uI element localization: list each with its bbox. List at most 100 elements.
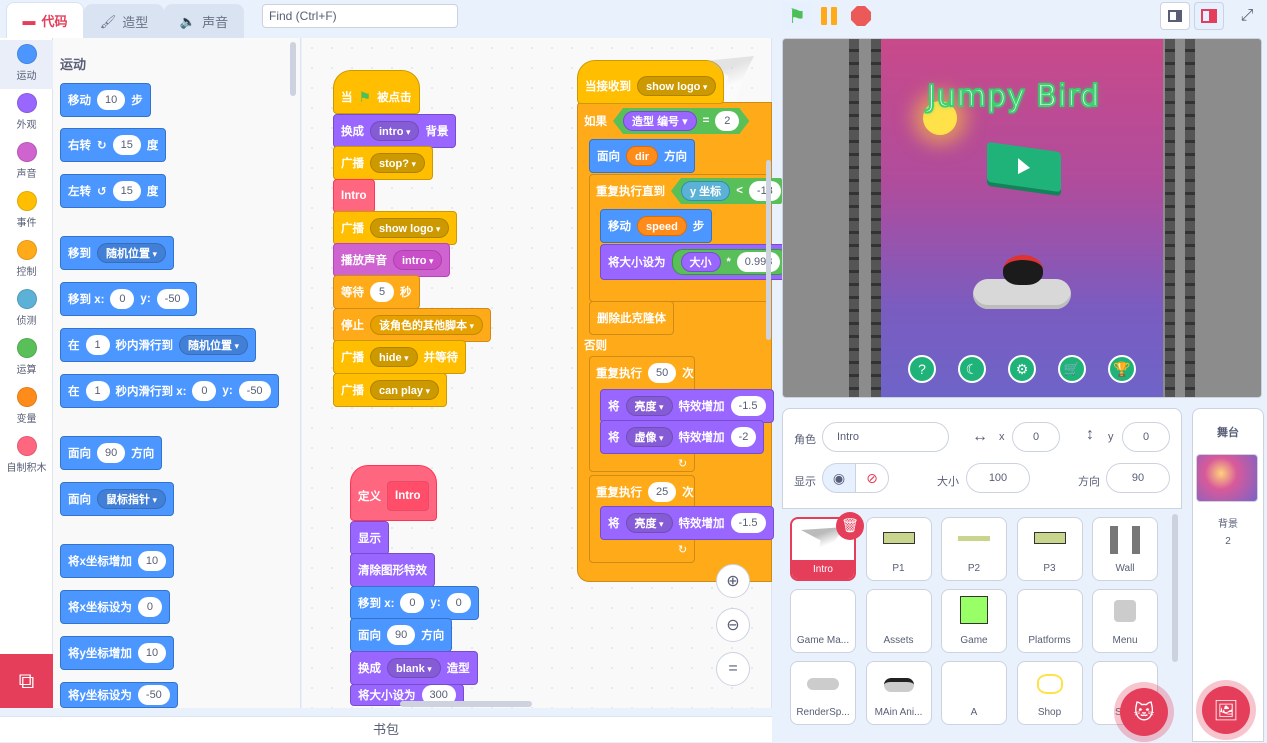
category-looks[interactable]: 外观 (0, 89, 53, 138)
add-extension-button[interactable]: ⧉ (0, 654, 53, 708)
block-input[interactable]: 1 (85, 335, 110, 355)
point-towards-block[interactable]: 面向 鼠标指针 (60, 482, 175, 516)
glide-block[interactable]: 在 1 秒内滑行到 随机位置 (60, 328, 257, 362)
goto-xy-block[interactable]: 移到 x: 0 y: -50 (60, 282, 197, 316)
block-dropdown[interactable]: 随机位置 (97, 243, 167, 263)
move-steps-block[interactable]: 移动 10 步 (60, 83, 151, 117)
wait-block[interactable]: 等待 5 秒 (333, 275, 420, 309)
choose-backdrop-button[interactable]: 🖼 (1202, 686, 1250, 734)
category-my-blocks[interactable]: 自制积木 (0, 432, 53, 481)
block-input[interactable]: -50 (156, 289, 189, 309)
show-block[interactable]: 显示 (350, 521, 389, 555)
change-effect-block[interactable]: 将虚像特效增加 -2 (600, 420, 765, 454)
set-y-block[interactable]: 将y坐标设为 -50 (60, 682, 178, 708)
sprite-list-scrollbar[interactable] (1172, 514, 1178, 662)
y-field[interactable]: 0 (1122, 422, 1170, 452)
block-input[interactable]: 90 (97, 443, 126, 463)
when-receive-hat[interactable]: 当接收到 show logo (577, 60, 725, 104)
sprite-tile[interactable]: Game Ma... (790, 589, 856, 653)
stop-button[interactable] (846, 2, 876, 30)
script-hscrollbar[interactable] (400, 701, 532, 707)
variable-reporter[interactable]: dir (626, 146, 659, 166)
sprite-tile[interactable]: MAin Ani... (865, 661, 932, 725)
show-visible-button[interactable]: ◉ (822, 463, 856, 493)
change-x-block[interactable]: 将x坐标增加 10 (60, 544, 175, 578)
block-dropdown[interactable]: blank (387, 658, 441, 678)
broadcast-block[interactable]: 广播 stop? (333, 146, 433, 180)
zoom-reset-button[interactable]: = (716, 652, 750, 686)
block-input[interactable]: 5 (370, 282, 394, 302)
clear-effects-block[interactable]: 清除图形特效 (350, 553, 435, 587)
sprite-tile[interactable]: Menu (1092, 589, 1158, 653)
category-operators[interactable]: 运算 (0, 334, 53, 383)
block-input[interactable]: -18 (749, 181, 781, 201)
turn-right-block[interactable]: 右转 ↻ 15 度 (60, 128, 167, 162)
zoom-in-button[interactable]: ⊕ (716, 564, 750, 598)
move-steps-block[interactable]: 移动 speed 步 (600, 209, 713, 243)
sprite-tile[interactable]: Game (941, 589, 1007, 653)
block-input[interactable]: 0 (137, 597, 162, 617)
block-dropdown[interactable]: 亮度 (625, 396, 673, 416)
broadcast-block[interactable]: 广播 can play (333, 373, 448, 407)
block-dropdown[interactable]: 鼠标指针 (97, 489, 167, 509)
tab-sounds[interactable]: 🔈 声音 (164, 4, 244, 38)
sprite-tile[interactable]: Assets (865, 589, 932, 653)
broadcast-and-wait-block[interactable]: 广播 hide 并等待 (333, 340, 467, 374)
block-input[interactable]: 10 (137, 551, 167, 571)
category-control[interactable]: 控制 (0, 236, 53, 285)
block-input[interactable]: 0.993 (736, 252, 781, 272)
large-stage-button[interactable] (1194, 2, 1224, 30)
block-dropdown[interactable]: can play (370, 380, 440, 400)
block-dropdown[interactable]: show logo (637, 76, 717, 96)
block-dropdown[interactable]: 该角色的其他脚本 (370, 315, 484, 335)
fullscreen-button[interactable]: ⤢ (1232, 2, 1262, 30)
block-dropdown[interactable]: hide (370, 347, 418, 367)
goto-xy-block[interactable]: 移到 x: 0 y: 0 (350, 586, 479, 620)
turn-left-block[interactable]: 左转 ↺ 15 度 (60, 174, 167, 208)
variable-reporter[interactable]: speed (637, 216, 687, 236)
when-flag-clicked-hat[interactable]: 当 ⚑ 被点击 (333, 70, 420, 114)
block-input[interactable]: 90 (387, 625, 416, 645)
block-dropdown[interactable]: 编号 (657, 116, 679, 128)
block-dropdown[interactable]: 随机位置 (179, 335, 249, 355)
help-icon[interactable]: ? (908, 355, 936, 383)
broadcast-block[interactable]: 广播 show logo (333, 211, 458, 245)
script-vscrollbar[interactable] (766, 160, 771, 340)
repeat-until-header[interactable]: 重复执行直到 y 坐标 < -18 (589, 174, 773, 208)
sprite-tile[interactable]: P2 (941, 517, 1007, 581)
y-position-reporter[interactable]: y 坐标 (681, 181, 730, 201)
tab-costumes[interactable]: 🖌 造型 (84, 4, 164, 38)
block-input[interactable]: -50 (137, 685, 170, 705)
backdrop-thumbnail[interactable] (1196, 454, 1258, 502)
custom-call-block[interactable]: Intro (333, 179, 375, 213)
sprite-tile[interactable]: Platforms (1016, 589, 1083, 653)
block-input[interactable]: 25 (648, 482, 677, 502)
sprite-tile[interactable]: P3 (1016, 517, 1083, 581)
block-input[interactable]: 10 (97, 90, 126, 110)
block-dropdown[interactable]: 亮度 (625, 513, 673, 533)
block-input[interactable]: -2 (730, 427, 757, 447)
repeat-header[interactable]: 重复执行 25 次 (589, 475, 701, 509)
point-direction-block[interactable]: 面向 90 方向 (60, 436, 163, 470)
block-dropdown[interactable]: stop? (370, 153, 425, 173)
define-block[interactable]: 定义 Intro (350, 465, 437, 521)
block-dropdown[interactable]: show logo (370, 218, 450, 238)
block-input[interactable]: 15 (112, 181, 141, 201)
play-sound-block[interactable]: 播放声音 intro (333, 243, 451, 277)
direction-field[interactable]: 90 (1106, 463, 1170, 493)
sprite-name-field[interactable]: Intro (822, 422, 949, 452)
delete-sprite-button[interactable]: 🗑 (836, 512, 864, 540)
block-input[interactable]: 2 (715, 111, 739, 131)
choose-sprite-button[interactable]: 🐱 (1120, 688, 1168, 736)
block-input[interactable]: -1.5 (730, 513, 766, 533)
block-dropdown[interactable]: intro (393, 250, 443, 270)
pause-button[interactable] (814, 2, 844, 30)
switch-backdrop-block[interactable]: 换成 intro 背景 (333, 114, 457, 148)
point-direction-block[interactable]: 面向 dir 方向 (589, 139, 696, 173)
moon-icon[interactable]: ☾ (958, 355, 986, 383)
palette-scrollbar[interactable] (290, 42, 296, 96)
glide-xy-block[interactable]: 在 1 秒内滑行到 x: 0 y: -50 (60, 374, 279, 408)
goto-block[interactable]: 移到 随机位置 (60, 236, 175, 270)
category-events[interactable]: 事件 (0, 187, 53, 236)
find-input[interactable]: Find (Ctrl+F) (262, 4, 458, 28)
